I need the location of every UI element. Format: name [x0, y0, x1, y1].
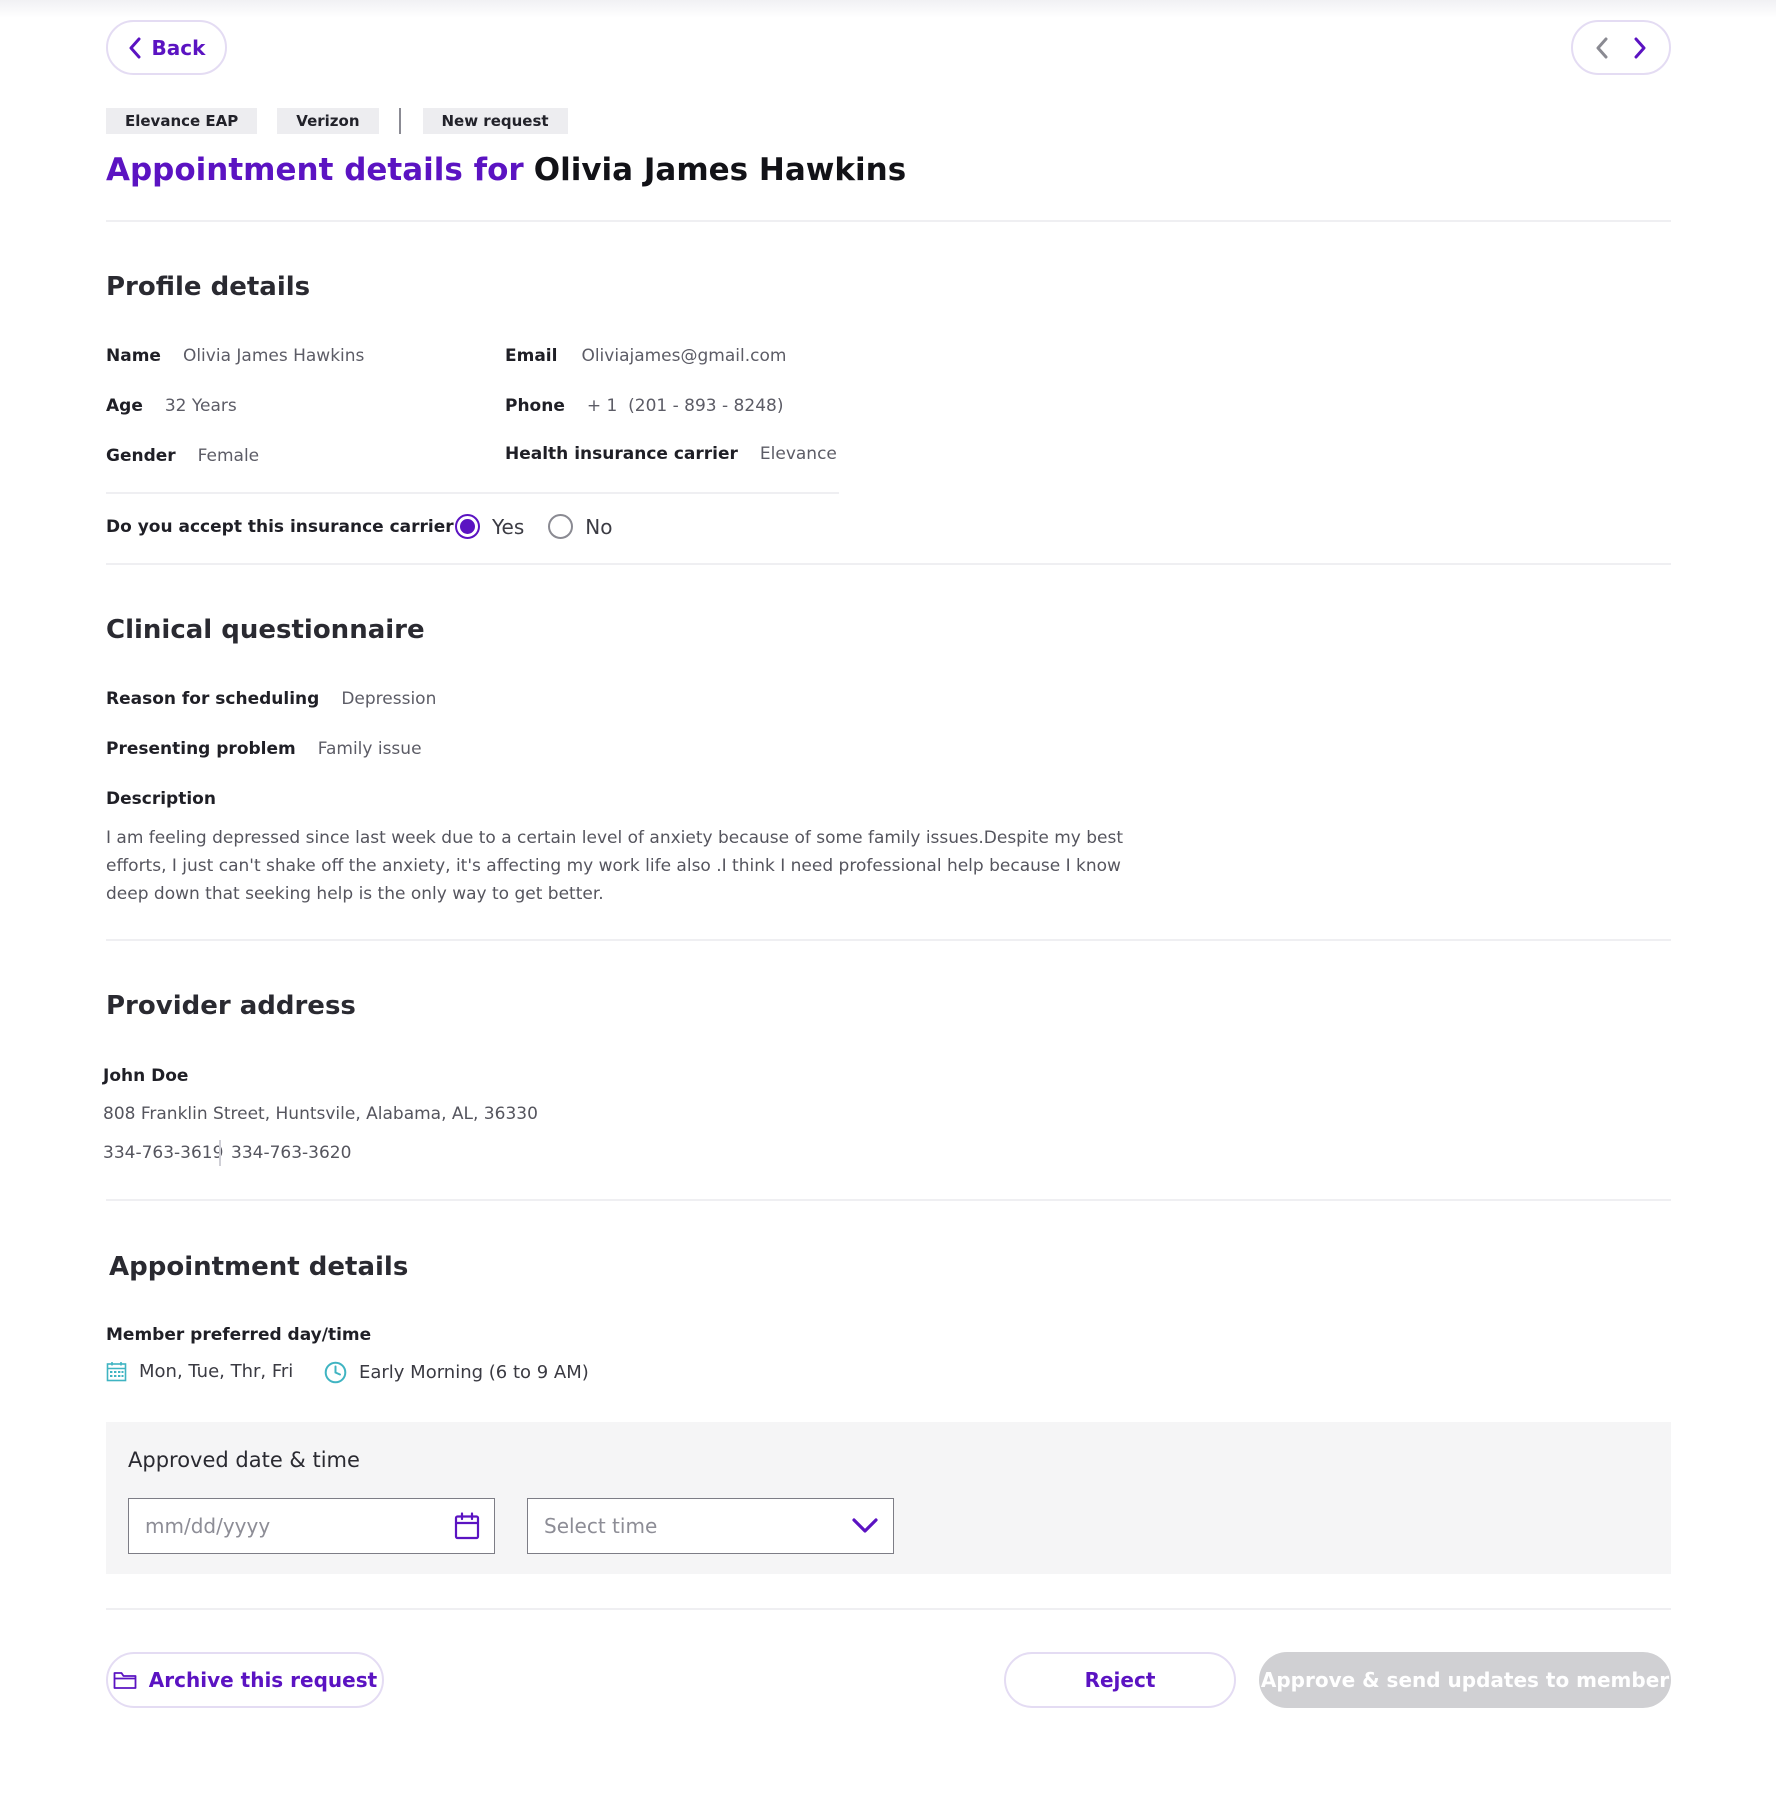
profile-gender-field: Gender Female [106, 446, 259, 466]
field-value: Elevance [759, 444, 837, 464]
clock-icon [324, 1361, 347, 1384]
field-value: + 1 (201 - 893 - 8248) [586, 396, 784, 416]
field-label: Member preferred day/time [106, 1325, 372, 1345]
reject-button[interactable]: Reject [1004, 1652, 1236, 1708]
approved-date-time-panel: Approved date & time mm/dd/yyyy Select t… [106, 1422, 1671, 1574]
chevron-right-icon [1634, 37, 1646, 58]
field-value: Female [197, 446, 260, 466]
tag-program: Elevance EAP [106, 108, 258, 134]
page-title-prefix: Appointment details for [106, 152, 524, 188]
tag-status: New request [422, 108, 568, 134]
description-label-field: Description [106, 789, 216, 809]
profile-details-heading: Profile details [106, 272, 311, 302]
divider [106, 939, 1671, 941]
page-title: Appointment details for Olivia James Hawk… [106, 152, 906, 188]
provider-phone-2[interactable]: 334-763-3620 [231, 1143, 351, 1163]
chevron-down-icon [852, 1518, 878, 1533]
reject-label: Reject [1084, 1668, 1156, 1692]
profile-name-field: Name Olivia James Hawkins [106, 346, 364, 366]
field-label: Email [505, 346, 558, 366]
archive-request-button[interactable]: Archive this request [106, 1652, 384, 1708]
presenting-problem-field: Presenting problem Family issue [106, 739, 422, 759]
radio-no-label: No [585, 514, 613, 539]
provider-phone-1[interactable]: 334-763-3619 [103, 1143, 223, 1163]
profile-age-field: Age 32 Years [106, 396, 237, 416]
phone-divider [219, 1140, 221, 1166]
field-label: Age [106, 396, 143, 416]
divider [106, 563, 1671, 565]
folder-icon [113, 1672, 137, 1689]
preferred-time-text: Early Morning (6 to 9 AM) [359, 1362, 589, 1383]
preferred-days-text: Mon, Tue, Thr, Fri [139, 1361, 294, 1382]
provider-street-address: 808 Franklin Street, Huntsvile, Alabama,… [103, 1104, 538, 1124]
field-label: Description [106, 789, 216, 809]
approved-date-input[interactable]: mm/dd/yyyy [128, 1498, 495, 1554]
reason-field: Reason for scheduling Depression [106, 689, 436, 709]
approved-date-time-title: Approved date & time [128, 1448, 360, 1472]
insurance-accept-question: Do you accept this insurance carrier [106, 517, 454, 537]
field-label: Gender [106, 446, 176, 466]
chevron-left-icon [128, 37, 142, 59]
question-label: Do you accept this insurance carrier [106, 517, 454, 537]
approve-label: Approve & send updates to member [1260, 1668, 1670, 1692]
preferred-time: Early Morning (6 to 9 AM) [324, 1361, 589, 1384]
approve-send-button[interactable]: Approve & send updates to member [1259, 1652, 1671, 1708]
appointment-details-heading: Appointment details [109, 1252, 409, 1282]
record-navigation [1571, 20, 1671, 75]
top-shadow [0, 0, 1776, 18]
profile-email-field: Email Oliviajames@gmail.com [505, 346, 786, 366]
next-record-button[interactable] [1633, 37, 1647, 59]
calendar-icon [106, 1362, 127, 1382]
divider [106, 220, 1671, 222]
tag-employer: Verizon [277, 108, 379, 134]
provider-name: John Doe [103, 1066, 188, 1086]
field-value: 32 Years [164, 396, 237, 416]
calendar-icon [454, 1512, 480, 1540]
radio-no[interactable] [548, 514, 574, 539]
archive-label: Archive this request [148, 1668, 378, 1692]
preferred-day-time-label: Member preferred day/time [106, 1325, 371, 1345]
provider-address-heading: Provider address [106, 991, 356, 1021]
divider [106, 1199, 1671, 1201]
field-value: Family issue [317, 739, 422, 759]
request-tags: Elevance EAP Verizon New request [106, 108, 588, 134]
back-button[interactable]: Back [106, 20, 227, 75]
field-label: Name [106, 346, 161, 366]
field-value: Oliviajames@gmail.com [581, 346, 787, 366]
field-label: Health insurance carrier [505, 444, 738, 464]
back-label: Back [151, 35, 206, 60]
field-label: Presenting problem [106, 739, 296, 759]
field-label: Reason for scheduling [106, 689, 320, 709]
divider [106, 1608, 1671, 1610]
clinical-questionnaire-heading: Clinical questionnaire [106, 615, 425, 645]
field-value: Olivia James Hawkins [182, 346, 365, 366]
provider-name-text: John Doe [103, 1066, 189, 1086]
field-value: Depression [341, 689, 437, 709]
divider [106, 492, 839, 494]
insurance-accept-radio-group: Yes No [455, 514, 613, 539]
page-title-member-name: Olivia James Hawkins [533, 152, 907, 188]
previous-record-button[interactable] [1595, 37, 1609, 59]
tag-divider [398, 108, 401, 134]
field-label: Phone [505, 396, 565, 416]
description-text: I am feeling depressed since last week d… [106, 828, 1124, 904]
profile-carrier-field: Health insurance carrier Elevance [505, 444, 837, 464]
radio-yes[interactable] [455, 514, 480, 539]
profile-phone-field: Phone + 1 (201 - 893 - 8248) [505, 396, 783, 416]
radio-yes-label: Yes [492, 514, 525, 539]
approved-time-select[interactable]: Select time [527, 1498, 894, 1554]
preferred-days: Mon, Tue, Thr, Fri [106, 1361, 293, 1382]
chevron-left-icon [1596, 37, 1608, 58]
time-placeholder: Select time [544, 1514, 658, 1538]
date-placeholder: mm/dd/yyyy [145, 1514, 271, 1538]
